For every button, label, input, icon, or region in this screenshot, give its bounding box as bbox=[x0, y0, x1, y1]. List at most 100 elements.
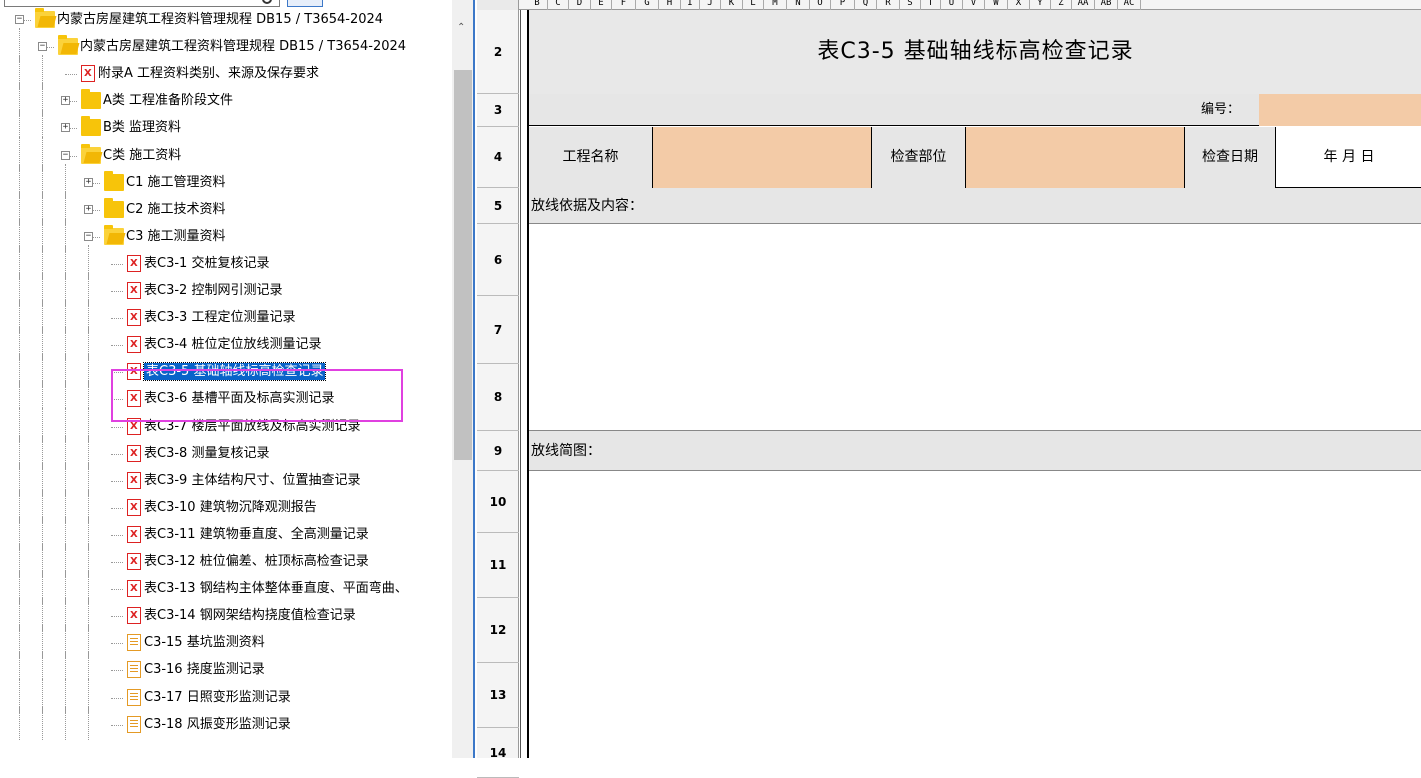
expand-icon[interactable]: + bbox=[61, 123, 70, 133]
tree-item[interactable]: X 表C3-8 测量复核记录 bbox=[0, 434, 452, 469]
tree-item[interactable]: X 表C3-4 桩位定位放线测量记录 bbox=[0, 326, 452, 361]
collapse-icon[interactable]: − bbox=[38, 42, 47, 52]
tree-item-label[interactable]: C1 施工管理资料 bbox=[126, 174, 225, 191]
row-header-cell[interactable]: 6 bbox=[477, 224, 519, 296]
tree-item-label[interactable]: 内蒙古房屋建筑工程资料管理规程 DB15 / T3654-2024 bbox=[57, 11, 383, 28]
column-header-cell[interactable]: T bbox=[921, 0, 941, 10]
tree-item-label[interactable]: 表C3-2 控制网引测记录 bbox=[144, 282, 282, 299]
column-header-cell[interactable]: Q bbox=[855, 0, 877, 10]
tree-item[interactable]: − C3 施工测量资料 bbox=[0, 217, 452, 252]
tree-item[interactable]: + C2 施工技术资料 bbox=[0, 190, 452, 225]
expand-icon[interactable]: + bbox=[84, 204, 93, 214]
expand-icon[interactable]: + bbox=[84, 177, 93, 187]
column-header-cell[interactable]: K bbox=[721, 0, 743, 10]
tree-item[interactable]: X 表C3-1 交桩复核记录 bbox=[0, 244, 452, 279]
column-header-cell[interactable]: E bbox=[591, 0, 612, 10]
column-header-cell[interactable]: AA bbox=[1072, 0, 1095, 10]
column-header-cell[interactable]: U bbox=[941, 0, 963, 10]
tree-item-label[interactable]: 表C3-11 建筑物垂直度、全高测量记录 bbox=[144, 526, 369, 543]
tree-item-label[interactable]: C3-18 风振变形监测记录 bbox=[144, 716, 291, 733]
column-header-cell[interactable]: O bbox=[810, 0, 831, 10]
column-header-cell[interactable]: S bbox=[900, 0, 921, 10]
column-header-cell[interactable]: V bbox=[963, 0, 985, 10]
column-header-cell[interactable]: F bbox=[612, 0, 636, 10]
tree-item-label[interactable]: B类 监理资料 bbox=[103, 119, 181, 136]
tree-item-label[interactable]: 表C3-12 桩位偏差、桩顶标高检查记录 bbox=[144, 553, 369, 570]
row-header-cell[interactable]: 5 bbox=[477, 188, 519, 224]
row-header-cell[interactable]: 7 bbox=[477, 296, 519, 364]
tree-item[interactable]: + C1 施工管理资料 bbox=[0, 163, 452, 198]
row-header-cell[interactable]: 11 bbox=[477, 533, 519, 598]
sketch-content-cell[interactable] bbox=[529, 471, 1421, 758]
tree-item[interactable]: X 表C3-12 桩位偏差、桩顶标高检查记录 bbox=[0, 543, 452, 577]
row-header-cell[interactable]: 8 bbox=[477, 364, 519, 431]
tree-item-label[interactable]: 表C3-9 主体结构尺寸、位置抽查记录 bbox=[144, 472, 360, 489]
row-header-cell[interactable]: 10 bbox=[477, 471, 519, 533]
search-button[interactable] bbox=[287, 0, 323, 7]
column-header-cell[interactable]: C bbox=[548, 0, 569, 10]
tree-item[interactable]: X 表C3-10 建筑物沉降观测报告 bbox=[0, 488, 452, 523]
column-header-cell[interactable]: X bbox=[1008, 0, 1030, 10]
tree-item-label[interactable]: C3-17 日照变形监测记录 bbox=[144, 689, 291, 706]
tree-item-label[interactable]: C类 施工资料 bbox=[103, 147, 181, 164]
check-date-input-cell[interactable]: 年 月 日 bbox=[1276, 127, 1421, 188]
column-header-cell[interactable]: AB bbox=[1095, 0, 1118, 10]
expand-icon[interactable]: + bbox=[61, 96, 70, 106]
column-header-cell[interactable]: D bbox=[569, 0, 591, 10]
collapse-icon[interactable]: − bbox=[15, 15, 24, 24]
column-header-cell[interactable]: M bbox=[764, 0, 787, 10]
tree-item[interactable]: − 内蒙古房屋建筑工程资料管理规程 DB15 / T3654-2024 bbox=[0, 28, 452, 63]
tree-item-label[interactable]: 表C3-13 钢结构主体整体垂直度、平面弯曲、 bbox=[144, 580, 408, 597]
column-header-cell[interactable]: Z bbox=[1051, 0, 1072, 10]
tree-item[interactable]: − 内蒙古房屋建筑工程资料管理规程 DB15 / T3654-2024 bbox=[0, 7, 452, 33]
row-header-cell[interactable]: 3 bbox=[477, 94, 519, 127]
column-header-cell[interactable]: J bbox=[700, 0, 721, 10]
tree-item-label[interactable]: 内蒙古房屋建筑工程资料管理规程 DB15 / T3654-2024 bbox=[80, 38, 406, 55]
tree-item-label[interactable]: C2 施工技术资料 bbox=[126, 201, 225, 218]
column-header-cell[interactable]: G bbox=[636, 0, 659, 10]
column-header-cell[interactable]: Y bbox=[1030, 0, 1051, 10]
project-name-input-cell[interactable] bbox=[653, 127, 872, 188]
column-header-cell[interactable]: AC bbox=[1118, 0, 1141, 10]
tree-item[interactable]: + A类 工程准备阶段文件 bbox=[0, 82, 452, 117]
tree-item[interactable]: X 表C3-9 主体结构尺寸、位置抽查记录 bbox=[0, 461, 452, 496]
basis-content-cell[interactable] bbox=[529, 224, 1421, 431]
tree-item-label[interactable]: 表C3-4 桩位定位放线测量记录 bbox=[144, 336, 321, 353]
tree-item[interactable]: C3-15 基坑监测资料 bbox=[0, 624, 452, 659]
tree-item[interactable]: C3-18 风振变形监测记录 bbox=[0, 705, 452, 740]
tree-item[interactable]: C3-16 挠度监测记录 bbox=[0, 651, 452, 686]
tree-item-label[interactable]: C3-16 挠度监测记录 bbox=[144, 661, 265, 678]
tree-scrollbar[interactable]: ⌃ bbox=[452, 0, 473, 758]
tree-item[interactable]: X 表C3-14 钢网架结构挠度值检查记录 bbox=[0, 597, 452, 632]
row-header-cell[interactable]: 14 bbox=[477, 728, 519, 778]
collapse-icon[interactable]: − bbox=[61, 150, 70, 160]
row-header-cell[interactable]: 4 bbox=[477, 127, 519, 188]
row-header-cell[interactable]: 12 bbox=[477, 598, 519, 663]
scrollbar-thumb[interactable] bbox=[454, 70, 472, 460]
column-header-cell[interactable]: L bbox=[743, 0, 764, 10]
tree-item-label[interactable]: 表C3-14 钢网架结构挠度值检查记录 bbox=[144, 607, 356, 624]
code-input-cell[interactable] bbox=[1259, 94, 1421, 126]
tree-item-label[interactable]: C3-15 基坑监测资料 bbox=[144, 634, 265, 651]
collapse-icon[interactable]: − bbox=[84, 231, 93, 241]
tree-item-label[interactable]: C3 施工测量资料 bbox=[126, 228, 225, 245]
tree-item[interactable]: X 表C3-2 控制网引测记录 bbox=[0, 272, 452, 306]
row-header-cell[interactable]: 2 bbox=[477, 10, 519, 94]
tree-item[interactable]: X 表C3-13 钢结构主体整体垂直度、平面弯曲、 bbox=[0, 570, 452, 605]
tree-item-label[interactable]: 表C3-1 交桩复核记录 bbox=[144, 255, 269, 272]
column-header-cell[interactable]: P bbox=[831, 0, 855, 10]
check-part-input-cell[interactable] bbox=[966, 127, 1185, 188]
row-header-cell[interactable]: 13 bbox=[477, 663, 519, 728]
tree-item-label[interactable]: 表C3-3 工程定位测量记录 bbox=[144, 309, 295, 326]
tree-item[interactable]: X 表C3-11 建筑物垂直度、全高测量记录 bbox=[0, 515, 452, 550]
tree-item-label[interactable]: A类 工程准备阶段文件 bbox=[103, 92, 233, 109]
sheet-grid[interactable]: 表C3-5 基础轴线标高检查记录 编号： 工程名称 检查部位 检查日期 年 月 … bbox=[520, 10, 1421, 758]
column-header-cell[interactable]: W bbox=[985, 0, 1008, 10]
tree-item-label[interactable]: 表C3-10 建筑物沉降观测报告 bbox=[144, 499, 317, 516]
tree-item[interactable]: C3-17 日照变形监测记录 bbox=[0, 678, 452, 713]
tree-item-label[interactable]: 表C3-8 测量复核记录 bbox=[144, 445, 269, 462]
tree-item[interactable]: − C类 施工资料 bbox=[0, 136, 452, 171]
column-header-cell[interactable]: I bbox=[681, 0, 700, 10]
column-header-cell[interactable]: B bbox=[527, 0, 548, 10]
scroll-up-icon[interactable]: ⌃ bbox=[457, 22, 465, 33]
